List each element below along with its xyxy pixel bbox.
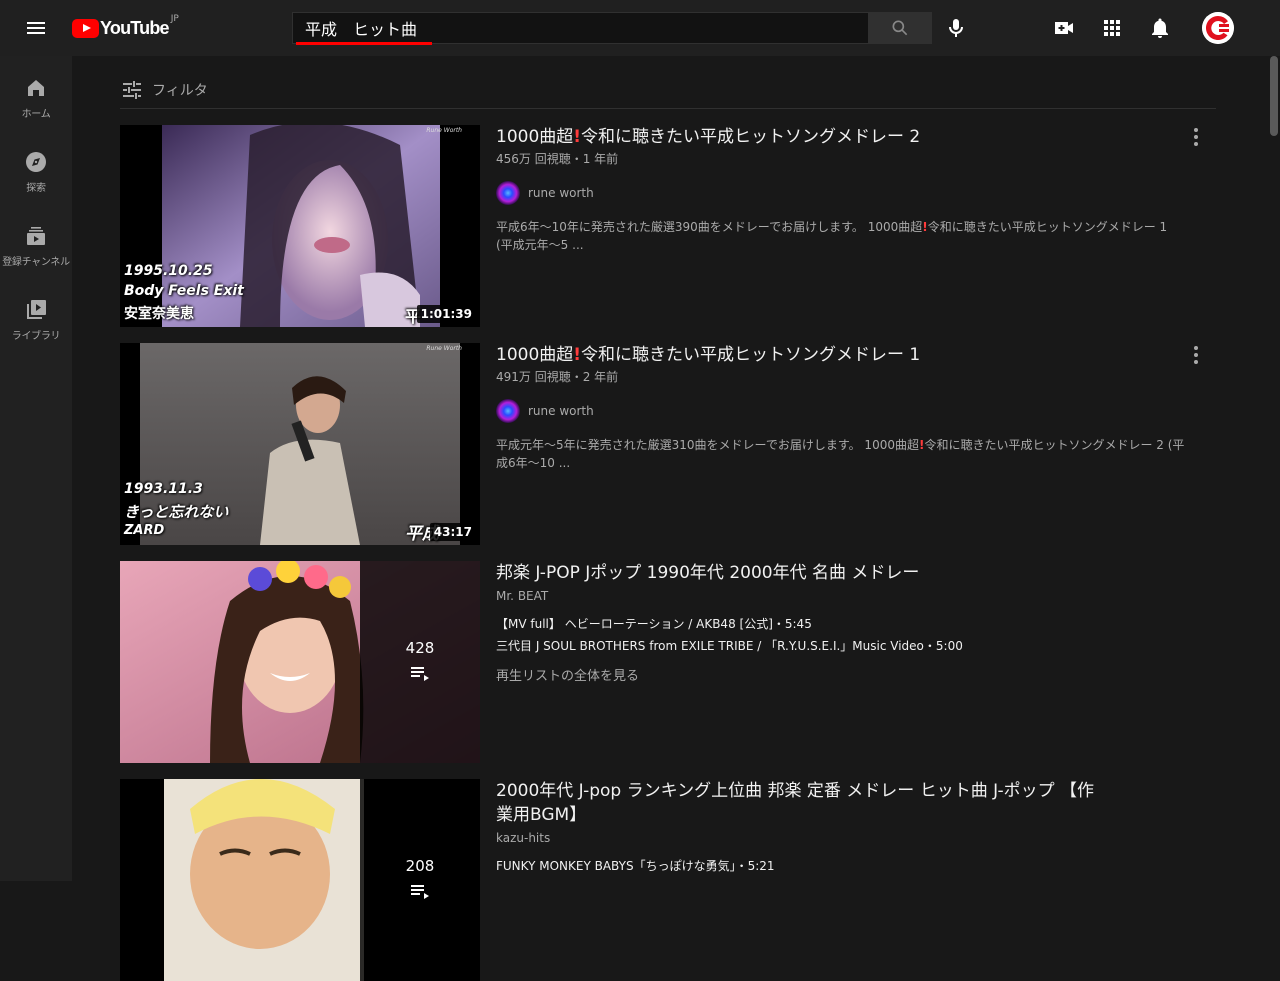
video-result: Rune Worth 1995.10.25 Body Feels Exit 安室…	[120, 125, 1216, 327]
video-metadata: 456万 回視聴・1 年前	[496, 152, 619, 166]
channel-avatar	[496, 181, 520, 205]
guide-item-library[interactable]: ライブラリ	[0, 278, 72, 352]
playlist-info: 2000年代 J-pop ランキング上位曲 邦楽 定番 メドレー ヒット曲 J-…	[496, 779, 1096, 877]
mic-icon[interactable]	[944, 16, 968, 40]
channel-link[interactable]: rune worth	[496, 399, 1186, 423]
duration-badge: 43:17	[429, 523, 476, 541]
video-title[interactable]: 1000曲超!令和に聴きたい平成ヒットソングメドレー 1	[496, 343, 1186, 367]
video-title-text: 令和に聴きたい平成ヒットソングメドレー 2	[581, 127, 921, 147]
guide-item-label: 登録チャンネル	[2, 257, 70, 268]
video-description: 平成6年〜10年に発売された厳選390曲をメドレーでお届けします。 1000曲超…	[496, 218, 1186, 254]
channel-name[interactable]: Mr. BEAT	[496, 589, 1186, 603]
explore-icon	[26, 152, 46, 172]
filter-icon	[123, 81, 141, 99]
search-icon	[892, 20, 908, 36]
playlist-result: 428 邦楽 J-POP Jポップ 1990年代 2000年代 名曲 メドレー …	[120, 561, 1216, 763]
title-exclamation: !	[573, 127, 582, 147]
guide-item-home[interactable]: ホーム	[0, 56, 72, 130]
channel-name[interactable]: kazu-hits	[496, 831, 1096, 845]
playlist-overlay: 428	[360, 561, 480, 763]
playlist-info: 邦楽 J-POP Jポップ 1990年代 2000年代 名曲 メドレー Mr. …	[496, 561, 1186, 684]
guide-sidebar: ホーム 探索 登録チャンネル ライブラリ	[0, 56, 72, 881]
playlist-title[interactable]: 邦楽 J-POP Jポップ 1990年代 2000年代 名曲 メドレー	[496, 561, 1186, 585]
guide-item-label: ホーム	[21, 109, 51, 120]
duration-badge: 1:01:39	[416, 305, 476, 323]
filter-label: フィルタ	[152, 83, 208, 99]
more-actions-icon[interactable]	[1188, 343, 1204, 367]
create-video-icon[interactable]	[1052, 16, 1076, 40]
guide-item-explore[interactable]: 探索	[0, 130, 72, 204]
video-thumbnail[interactable]: Rune Worth 1995.10.25 Body Feels Exit 安室…	[120, 125, 480, 327]
playlist-thumbnail[interactable]: 208	[120, 779, 480, 981]
thumbnail-text: 1995.10.25	[124, 263, 213, 279]
search-input[interactable]	[293, 13, 868, 43]
playlist-icon	[411, 885, 429, 899]
more-actions-icon[interactable]	[1188, 125, 1204, 149]
logo-text: YouTube	[100, 17, 170, 38]
video-info: 1000曲超!令和に聴きたい平成ヒットソングメドレー 2 456万 回視聴・1 …	[496, 125, 1186, 254]
video-title-text: 1000曲超	[496, 345, 574, 365]
logo-region: JP	[170, 14, 179, 24]
description-text: 平成元年〜5年に発売された厳選310曲をメドレーでお届けします。 1000曲超	[496, 438, 919, 452]
thumbnail-text: きっと忘れない	[124, 503, 229, 521]
video-title-text: 1000曲超	[496, 127, 574, 147]
menu-icon[interactable]	[24, 16, 48, 40]
video-metadata: 491万 回視聴・2 年前	[496, 370, 619, 384]
filter-button[interactable]: フィルタ	[120, 78, 208, 102]
filter-divider	[120, 108, 1216, 109]
playlist-video-item[interactable]: 【MV full】 ヘビーローテーション / AKB48 [公式]・5:45	[496, 613, 1186, 635]
guide-item-label: ライブラリ	[11, 331, 61, 342]
playlist-video-count: 208	[405, 857, 435, 875]
youtube-play-icon	[72, 18, 99, 38]
video-result: Rune Worth 1993.11.3 きっと忘れない ZARD 平成 43:…	[120, 343, 1216, 545]
playlist-video-list: FUNKY MONKEY BABYS「ちっぽけな勇気」・5:21	[496, 855, 1096, 877]
search-button[interactable]	[868, 12, 932, 44]
channel-link[interactable]: rune worth	[496, 181, 1186, 205]
playlist-video-item[interactable]: 三代目 J SOUL BROTHERS from EXILE TRIBE / 「…	[496, 635, 1186, 657]
search-box	[292, 12, 868, 44]
bell-icon[interactable]	[1148, 16, 1172, 40]
thumbnail-text: 安室奈美恵	[124, 306, 194, 322]
thumbnail-text: 1993.11.3	[124, 481, 203, 497]
view-full-playlist-link[interactable]: 再生リストの全体を見る	[496, 665, 1186, 684]
video-title-text: 令和に聴きたい平成ヒットソングメドレー 1	[581, 345, 921, 365]
video-title[interactable]: 1000曲超!令和に聴きたい平成ヒットソングメドレー 2	[496, 125, 1186, 149]
playlist-result: 208 2000年代 J-pop ランキング上位曲 邦楽 定番 メドレー ヒット…	[120, 779, 1216, 981]
playlist-video-count: 428	[405, 639, 435, 657]
page-scrollbar[interactable]	[1270, 56, 1278, 136]
subscriptions-icon	[27, 227, 45, 245]
guide-item-label: 探索	[26, 183, 46, 194]
thumbnail-corner-tag: Rune Worth	[426, 345, 462, 352]
thumbnail-corner-tag: Rune Worth	[426, 127, 462, 134]
playlist-video-list: 【MV full】 ヘビーローテーション / AKB48 [公式]・5:45 三…	[496, 613, 1186, 657]
playlist-thumbnail[interactable]: 428	[120, 561, 480, 763]
title-exclamation: !	[573, 345, 582, 365]
library-icon	[27, 300, 46, 319]
thumbnail-text: ZARD	[124, 523, 165, 538]
video-info: 1000曲超!令和に聴きたい平成ヒットソングメドレー 1 491万 回視聴・2 …	[496, 343, 1186, 472]
guide-item-subscriptions[interactable]: 登録チャンネル	[0, 204, 72, 278]
youtube-logo[interactable]: YouTube JP	[72, 14, 179, 39]
playlist-video-item[interactable]: FUNKY MONKEY BABYS「ちっぽけな勇気」・5:21	[496, 855, 1096, 877]
home-icon	[28, 80, 44, 96]
apps-icon[interactable]	[1100, 16, 1124, 40]
channel-name: rune worth	[528, 404, 594, 418]
video-thumbnail[interactable]: Rune Worth 1993.11.3 きっと忘れない ZARD 平成 43:…	[120, 343, 480, 545]
account-avatar[interactable]	[1202, 12, 1234, 44]
thumbnail-text: Body Feels Exit	[124, 283, 244, 299]
video-description: 平成元年〜5年に発売された厳選310曲をメドレーでお届けします。 1000曲超!…	[496, 436, 1186, 472]
description-text: 平成6年〜10年に発売された厳選390曲をメドレーでお届けします。 1000曲超	[496, 220, 923, 234]
channel-name: rune worth	[528, 186, 594, 200]
search-spellcheck-underline	[296, 42, 432, 45]
playlist-icon	[411, 667, 429, 681]
playlist-title[interactable]: 2000年代 J-pop ランキング上位曲 邦楽 定番 メドレー ヒット曲 J-…	[496, 779, 1096, 827]
masthead: YouTube JP	[0, 0, 1280, 56]
channel-avatar	[496, 399, 520, 423]
playlist-overlay: 208	[360, 779, 480, 981]
